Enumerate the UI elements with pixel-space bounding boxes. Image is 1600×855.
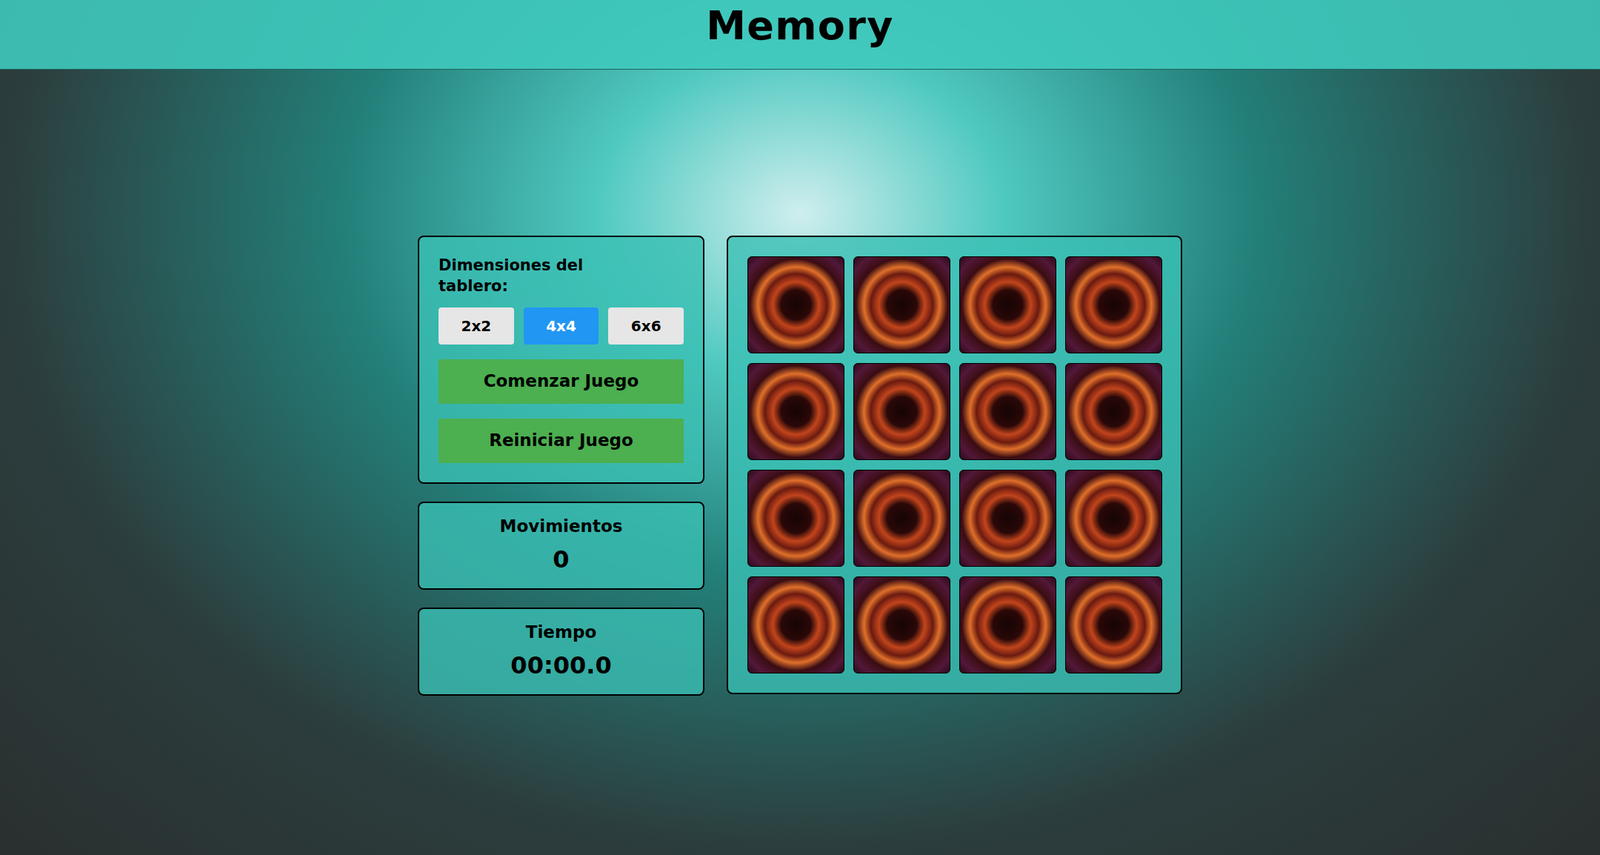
memory-card[interactable]	[853, 469, 951, 567]
memory-card[interactable]	[1065, 256, 1163, 354]
board	[726, 235, 1183, 695]
memory-card[interactable]	[959, 362, 1057, 460]
memory-card[interactable]	[1065, 576, 1163, 674]
memory-card[interactable]	[1065, 469, 1163, 567]
memory-card[interactable]	[747, 362, 845, 460]
start-button[interactable]: Comenzar Juego	[438, 359, 684, 404]
moves-value: 0	[552, 541, 569, 578]
size-options: 2x24x46x6	[438, 307, 684, 345]
memory-card[interactable]	[853, 256, 951, 354]
memory-card[interactable]	[853, 576, 951, 674]
size-button[interactable]: 6x6	[608, 307, 684, 345]
moves-label: Movimientos	[500, 513, 623, 540]
side-column: Dimensiones del tablero: 2x24x46x6 Comenza…	[417, 235, 705, 696]
memory-card[interactable]	[1065, 362, 1163, 460]
memory-card[interactable]	[747, 256, 845, 354]
moves-panel: Movimientos0	[417, 501, 705, 590]
restart-button[interactable]: Reiniciar Juego	[438, 418, 684, 463]
time-panel: Tiempo00:00.0	[417, 607, 705, 696]
size-button[interactable]: 4x4	[523, 307, 600, 345]
memory-card[interactable]	[853, 362, 951, 460]
memory-card[interactable]	[959, 576, 1057, 674]
board-size-label: Dimensiones del tablero:	[438, 254, 632, 298]
memory-card[interactable]	[959, 469, 1057, 567]
time-label: Tiempo	[525, 619, 597, 646]
time-value: 00:00.0	[510, 647, 612, 683]
header: Memory	[0, 0, 1600, 70]
memory-card[interactable]	[959, 256, 1057, 354]
memory-card[interactable]	[747, 576, 845, 674]
memory-card[interactable]	[747, 469, 845, 567]
size-button[interactable]: 2x2	[438, 307, 515, 345]
settings-panel: Dimensiones del tablero: 2x24x46x6 Comenza…	[417, 235, 705, 484]
page-title: Memory	[705, 0, 895, 52]
